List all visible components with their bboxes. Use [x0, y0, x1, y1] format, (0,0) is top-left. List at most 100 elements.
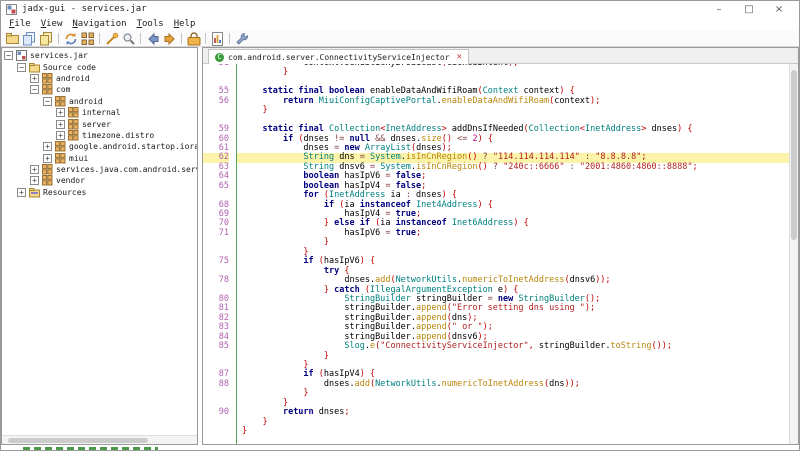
tree-item-source-code[interactable]: − Source code: [2, 61, 197, 72]
package-tree[interactable]: −services.jar−Source code+android−com−an…: [2, 48, 197, 198]
maximize-button[interactable]: □: [734, 2, 764, 17]
package-icon: [68, 107, 79, 118]
code-line: }: [237, 106, 789, 115]
tree-item-vendor[interactable]: +vendor: [2, 175, 197, 186]
expand-icon[interactable]: +: [30, 74, 39, 83]
line-number: 90: [203, 408, 229, 417]
preferences-icon[interactable]: [233, 31, 250, 46]
flat-packages-icon[interactable]: [79, 31, 96, 46]
menu-file[interactable]: File: [4, 19, 36, 29]
tree-item-android[interactable]: −android: [2, 96, 197, 107]
log-viewer-icon[interactable]: [209, 31, 226, 46]
sidebar-horizontal-scrollbar[interactable]: [2, 435, 197, 444]
main-content: −services.jar−Source code+android−com−an…: [1, 47, 799, 445]
reload-icon[interactable]: [62, 31, 79, 46]
tree-item-label: services.java.com.android.server.: [56, 165, 197, 174]
line-number: 85: [203, 342, 229, 351]
code-line: return dnses;: [237, 408, 789, 417]
expand-icon[interactable]: +: [30, 176, 39, 185]
tree-item-com[interactable]: −com: [2, 84, 197, 95]
text-search-icon[interactable]: [103, 31, 120, 46]
resources-folder-icon: [29, 187, 40, 198]
toolbar-separator: [229, 33, 230, 44]
line-number: 88: [203, 380, 229, 389]
toolbar: [1, 31, 799, 47]
expand-icon[interactable]: +: [56, 131, 65, 140]
tree-item-resources[interactable]: + Resources: [2, 187, 197, 198]
tree-item-label: server: [82, 120, 111, 129]
expand-icon[interactable]: +: [56, 120, 65, 129]
sidebar-panel: −services.jar−Source code+android−com−an…: [1, 47, 198, 445]
line-number: 56: [203, 97, 229, 106]
editor-vertical-scrollbar[interactable]: [789, 64, 798, 444]
save-all-icon[interactable]: [38, 31, 55, 46]
open-file-icon[interactable]: [4, 31, 21, 46]
expand-icon[interactable]: +: [30, 165, 39, 174]
tree-item-label: timezone.distro: [82, 131, 154, 140]
tree-item-label: google.android.startop.iorap: [69, 142, 197, 151]
expand-icon[interactable]: +: [17, 188, 26, 197]
screen-edge-artifact: [23, 447, 158, 450]
package-icon: [55, 153, 66, 164]
forward-icon[interactable]: [161, 31, 178, 46]
jadx-app-icon: [6, 4, 17, 15]
jar-icon: [16, 50, 27, 61]
line-number: [203, 418, 229, 427]
tree-item-internal[interactable]: +internal: [2, 107, 197, 118]
expand-icon[interactable]: +: [43, 142, 52, 151]
code-area[interactable]: 5155565960616263646568697071757880818283…: [203, 64, 798, 444]
tab-connectivity-service-injector[interactable]: C com.android.server.ConnectivityService…: [208, 49, 469, 64]
line-number: [203, 238, 229, 247]
tree-item-server[interactable]: + server: [2, 118, 197, 129]
collapse-icon[interactable]: −: [30, 85, 39, 94]
code-line: return MiuiConfigCaptivePortal.enableDat…: [237, 97, 789, 106]
line-number: [203, 389, 229, 398]
tree-item-services-jar[interactable]: − services.jar: [2, 50, 197, 61]
title-bar: jadx-gui - services.jar – □ ×: [1, 1, 799, 17]
line-number-gutter: 5155565960616263646568697071757880818283…: [203, 64, 237, 444]
package-icon: [42, 84, 53, 95]
menu-tools[interactable]: Tools: [132, 19, 169, 29]
package-icon: [42, 164, 53, 175]
menu-navigation[interactable]: Navigation: [67, 19, 131, 29]
tree-item-google-android-startop-iorap[interactable]: + google.android.startop.iorap: [2, 141, 197, 152]
line-number: 65: [203, 182, 229, 191]
back-icon[interactable]: [144, 31, 161, 46]
tab-close-icon[interactable]: ✕: [457, 52, 462, 62]
tree-item-services-java-com-android-server-[interactable]: + services.java.com.android.server.: [2, 164, 197, 175]
menu-bar: FileViewNavigationToolsHelp: [1, 17, 799, 31]
code-lines: context.sendStickyBroadcast(cachedIntent…: [237, 64, 789, 444]
window-title: jadx-gui - services.jar: [22, 4, 147, 14]
toolbar-separator: [99, 33, 100, 44]
line-number: [203, 68, 229, 77]
expand-icon[interactable]: +: [56, 108, 65, 117]
package-icon: [68, 130, 79, 141]
code-line: }: [237, 418, 789, 427]
code-line: }: [237, 68, 789, 77]
tab-bar: C com.android.server.ConnectivityService…: [203, 48, 798, 64]
package-icon: [42, 73, 53, 84]
minimize-button[interactable]: –: [704, 2, 734, 17]
tree-item-miui[interactable]: +miui: [2, 153, 197, 164]
tree-item-android[interactable]: +android: [2, 73, 197, 84]
collapse-icon[interactable]: −: [4, 51, 13, 60]
scrollbar-thumb[interactable]: [791, 70, 797, 240]
class-search-icon[interactable]: [120, 31, 137, 46]
add-files-icon[interactable]: [21, 31, 38, 46]
expand-icon[interactable]: +: [43, 154, 52, 163]
tree-item-label: Resources: [43, 188, 86, 197]
scrollbar-thumb[interactable]: [8, 438, 148, 444]
deobfuscation-icon[interactable]: [185, 31, 202, 46]
jadx-gui-window: jadx-gui - services.jar – □ × FileViewNa…: [0, 0, 800, 451]
collapse-icon[interactable]: −: [17, 63, 26, 72]
toolbar-separator: [205, 33, 206, 44]
menu-help[interactable]: Help: [169, 19, 201, 29]
collapse-icon[interactable]: −: [43, 97, 52, 106]
toolbar-separator: [58, 33, 59, 44]
close-button[interactable]: ×: [764, 2, 794, 17]
tree-item-label: Source code: [43, 63, 96, 72]
tree-item-label: services.jar: [30, 51, 88, 60]
menu-view[interactable]: View: [36, 19, 68, 29]
tree-item-timezone-distro[interactable]: + timezone.distro: [2, 130, 197, 141]
toolbar-separator: [181, 33, 182, 44]
